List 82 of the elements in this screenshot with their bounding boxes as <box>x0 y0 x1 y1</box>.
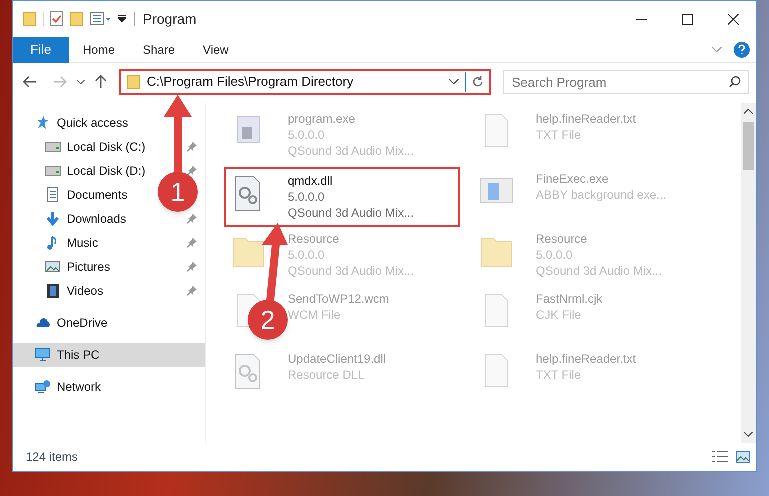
file-detail: 5.0.0.0 <box>536 247 574 263</box>
search-field[interactable]: Search Program <box>503 70 749 94</box>
dropdown-icon[interactable] <box>118 15 126 23</box>
details-view-icon[interactable] <box>712 451 728 463</box>
file-detail: CJK File <box>536 307 582 323</box>
file-name: Resource <box>288 231 340 247</box>
pin-icon[interactable] <box>187 142 197 152</box>
document-icon <box>45 187 61 203</box>
file-tab[interactable]: File <box>13 36 69 62</box>
nav-item[interactable]: OneDrive <box>57 314 108 332</box>
new-folder-icon[interactable] <box>70 11 84 27</box>
folder-icon[interactable] <box>23 11 37 27</box>
file-name: help.fineReader.txt <box>536 351 636 367</box>
file-name: Resource <box>536 231 588 247</box>
maximize-icon <box>682 14 692 24</box>
properties-icon[interactable] <box>90 12 112 26</box>
drive-icon <box>45 139 61 155</box>
search-icon <box>729 76 741 88</box>
star-icon <box>35 115 51 131</box>
file-detail: QSound 3d Audio Mix... <box>288 143 414 159</box>
file-detail: 5.0.0.0 <box>288 247 326 263</box>
nav-item[interactable]: Network <box>57 378 102 396</box>
nav-item[interactable]: Pictures <box>67 258 110 276</box>
file-detail: ABBY background exe... <box>536 187 667 203</box>
pin-icon[interactable] <box>187 214 197 224</box>
file-detail: Resource DLL <box>288 367 366 383</box>
chevron-down-icon[interactable] <box>449 79 459 85</box>
nav-item[interactable]: Local Disk (C:) <box>67 138 146 156</box>
large-icons-view-icon[interactable] <box>736 451 750 463</box>
down-arrow-icon <box>45 211 61 227</box>
scrollbar-thumb[interactable] <box>743 122 754 170</box>
monitor-icon <box>35 347 51 363</box>
drive-icon <box>45 163 61 179</box>
nav-item[interactable]: Quick access <box>57 114 128 132</box>
help-icon[interactable] <box>734 42 750 58</box>
file-name: FineExec.exe <box>536 171 610 187</box>
nav-item[interactable]: Music <box>67 234 98 252</box>
file-detail: QSound 3d Audio Mix... <box>536 263 662 279</box>
file-name: program.exe <box>288 111 356 127</box>
back-arrow-icon[interactable] <box>23 76 37 88</box>
nav-item[interactable]: Local Disk (D:) <box>67 162 146 180</box>
scrollbar[interactable] <box>741 103 756 443</box>
window-title: Program <box>143 10 197 29</box>
file-name: qmdx.dll <box>288 173 334 189</box>
chevron-down-icon[interactable] <box>77 80 85 84</box>
minimize-icon <box>636 18 646 20</box>
close-icon <box>728 14 738 24</box>
film-icon <box>45 283 61 299</box>
folder-icon <box>127 74 141 90</box>
file-name: UpdateClient19.dll <box>288 351 386 367</box>
pin-icon[interactable] <box>187 262 197 272</box>
file-detail: TXT File <box>536 367 582 383</box>
file-name: SendToWP12.wcm <box>288 291 390 307</box>
pin-icon[interactable] <box>187 238 197 248</box>
highlighted-file-item[interactable]: qmdx.dll 5.0.0.0 QSound 3d Audio Mix... <box>224 167 460 227</box>
nav-item[interactable]: Documents <box>67 186 128 204</box>
refresh-icon[interactable] <box>472 76 484 88</box>
address-path: C:\Program Files\Program Directory <box>147 73 354 92</box>
nav-item[interactable]: Downloads <box>67 210 126 228</box>
file-detail: QSound 3d Audio Mix... <box>288 263 414 279</box>
picture-icon <box>45 259 61 275</box>
ribbon-tab[interactable]: View <box>189 36 243 62</box>
up-arrow-icon[interactable] <box>95 75 107 89</box>
file-name: help.fineReader.txt <box>536 111 636 127</box>
file-name: FastNrml.cjk <box>536 291 603 307</box>
file-detail: WCM File <box>288 307 342 323</box>
ribbon-tab[interactable]: Home <box>69 36 130 62</box>
file-detail: 5.0.0.0 <box>288 127 326 143</box>
checklist-icon[interactable] <box>50 11 64 27</box>
nav-item[interactable]: Videos <box>67 282 104 300</box>
chevron-up-icon[interactable] <box>744 109 753 114</box>
chevron-down-icon[interactable] <box>744 432 753 437</box>
ribbon-tab[interactable]: Share <box>129 36 190 62</box>
pin-icon[interactable] <box>187 286 197 296</box>
nav-item[interactable]: This PC <box>57 346 100 364</box>
network-icon <box>35 379 51 395</box>
file-detail: TXT File <box>536 127 582 143</box>
file-detail: 5.0.0.0 <box>288 189 326 205</box>
file-detail: QSound 3d Audio Mix... <box>288 205 414 221</box>
item-count: 124 items <box>26 449 78 466</box>
address-bar[interactable]: C:\Program Files\Program Directory <box>119 69 491 95</box>
pin-icon[interactable] <box>187 166 197 176</box>
